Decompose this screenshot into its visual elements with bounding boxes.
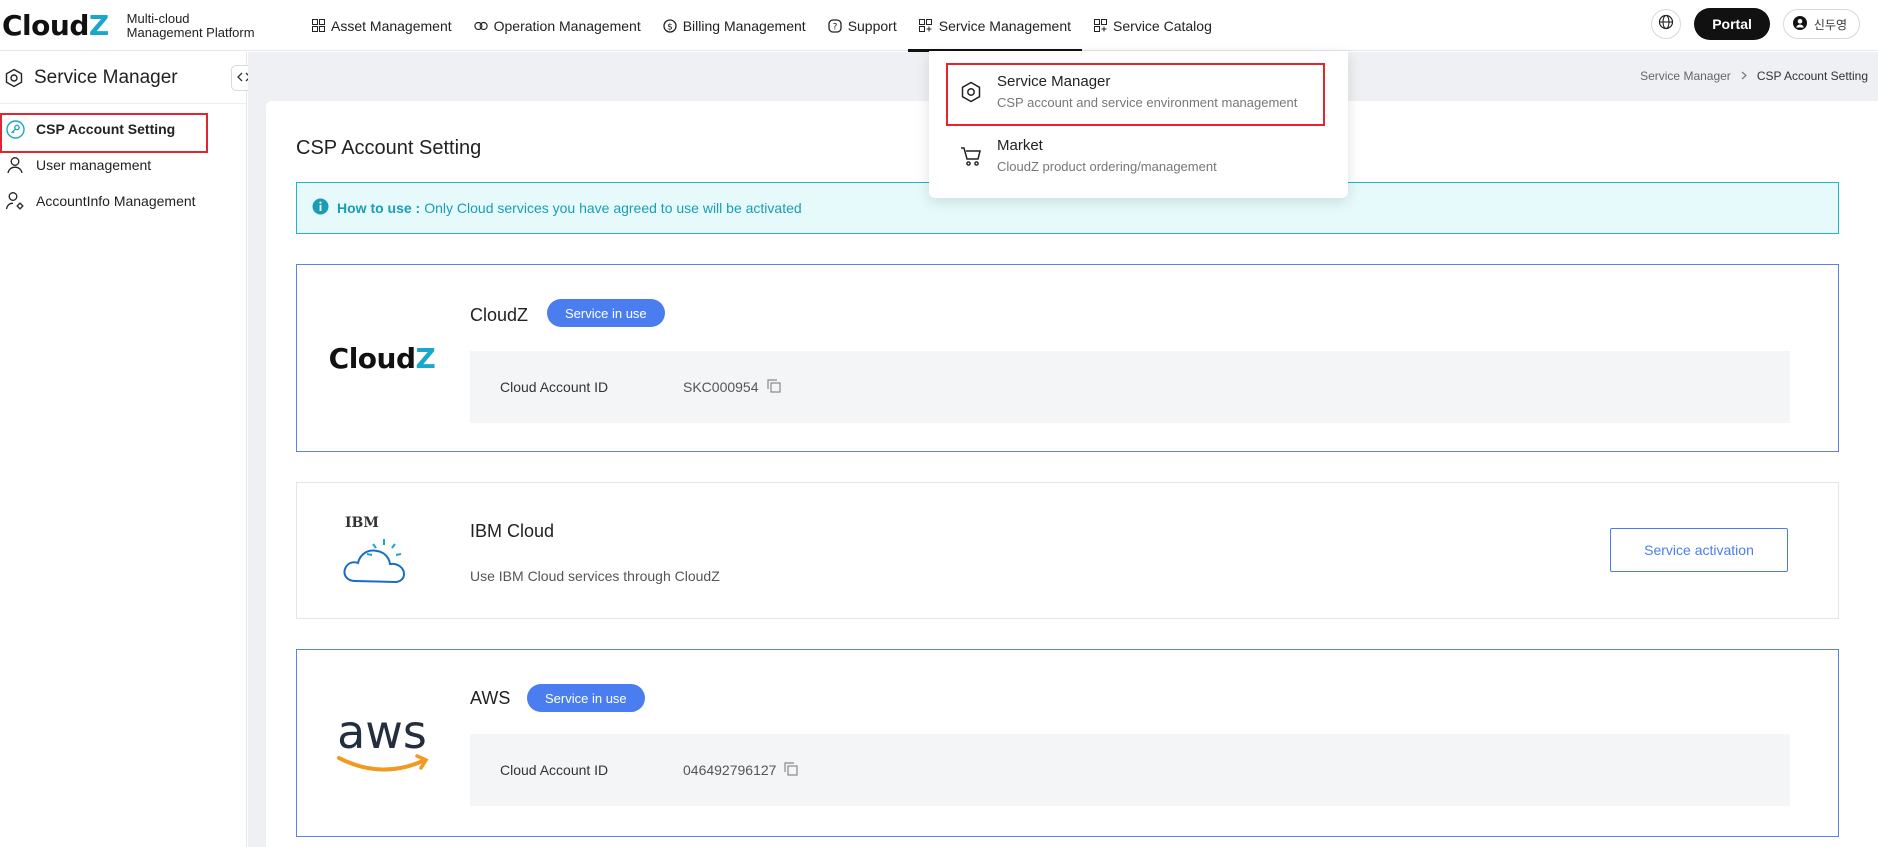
globe-icon: [1658, 14, 1674, 35]
svg-text:?: ?: [832, 22, 837, 32]
infinity-icon: [473, 19, 488, 33]
user-avatar-icon: [1792, 15, 1808, 34]
sidebar-title: Service Manager: [34, 66, 178, 88]
logo-text-main: Cloud: [2, 9, 89, 42]
portal-button[interactable]: Portal: [1694, 8, 1770, 40]
nav-label: Service Management: [938, 17, 1072, 34]
grid-plus-icon: [1093, 19, 1107, 33]
account-id: 046492796127: [683, 762, 777, 778]
status-badge: Service in use: [547, 299, 665, 327]
user-menu-button[interactable]: 신두영: [1782, 9, 1860, 39]
cloudz-card-logo: CloudZ: [297, 265, 467, 451]
cloudz-card: CloudZ CloudZ Service in use Cloud Accou…: [296, 264, 1839, 452]
aws-card: aws AWS Service in use Cloud Account ID …: [296, 649, 1839, 837]
dropdown-item-text: Market CloudZ product ordering/managemen…: [997, 137, 1217, 174]
svg-text:IBM: IBM: [345, 515, 379, 531]
copy-icon[interactable]: [766, 378, 781, 396]
grid-icon: [311, 19, 325, 33]
aws-card-logo: aws: [297, 650, 467, 836]
copy-icon[interactable]: [784, 761, 799, 779]
ibm-cloud-card: IBM IBM Cloud Use IBM Cloud services thr…: [296, 482, 1839, 619]
info-text: Only Cloud services you have agreed to u…: [424, 200, 802, 216]
dropdown-item-description: CloudZ product ordering/management: [997, 159, 1217, 174]
highlight-box: [0, 113, 208, 153]
card-name: IBM Cloud: [470, 521, 555, 541]
account-value: 046492796127: [683, 761, 799, 779]
question-icon: ?: [828, 18, 842, 33]
nav-billing-management[interactable]: $ Billing Management: [652, 0, 817, 51]
breadcrumb-parent[interactable]: Service Manager: [1640, 69, 1731, 83]
logo-wordmark: CloudZ: [2, 9, 109, 42]
info-label: How to use :: [337, 200, 421, 216]
breadcrumb: Service Manager CSP Account Setting: [1640, 69, 1868, 83]
sidebar-item-label: AccountInfo Management: [36, 193, 196, 209]
main-nav: Asset Management Operation Management $ …: [300, 0, 1223, 52]
sidebar: Service Manager CSP Account Setting User…: [0, 52, 257, 847]
nav-label: Support: [847, 17, 897, 34]
sidebar-item-accountinfo-management[interactable]: AccountInfo Management: [0, 183, 247, 219]
account-info-box: Cloud Account ID SKC000954: [470, 351, 1790, 423]
cloudz-logo-mark: CloudZ: [328, 341, 436, 375]
sidebar-item-label: User management: [36, 157, 152, 173]
card-description: Use IBM Cloud services through CloudZ: [470, 568, 720, 584]
user-name: 신두영: [1813, 17, 1847, 32]
highlight-box: [946, 63, 1325, 126]
logo-subtitle-line1: Multi-cloud: [126, 10, 190, 26]
account-value: SKC000954: [683, 378, 781, 396]
breadcrumb-current: CSP Account Setting: [1756, 69, 1868, 83]
cloudz-logo[interactable]: CloudZ Multi-cloud Management Platform: [2, 9, 255, 42]
account-info-box: Cloud Account ID 046492796127: [470, 734, 1790, 806]
page-title: CSP Account Setting: [296, 137, 482, 159]
chevron-right-icon: [1741, 69, 1747, 83]
card-name: AWS: [470, 688, 511, 708]
nav-support[interactable]: ? Support: [817, 0, 908, 51]
svg-text:$: $: [667, 22, 673, 32]
svg-text:aws: aws: [337, 708, 427, 759]
nav-label: Asset Management: [331, 17, 452, 34]
nav-label: Operation Management: [493, 17, 641, 34]
user-icon: [5, 155, 25, 175]
info-icon: [312, 198, 329, 218]
sidebar-header: Service Manager: [0, 52, 257, 104]
nav-label: Service Catalog: [1113, 17, 1212, 34]
logo-subtitle-line2: Management Platform: [126, 24, 255, 40]
service-activation-button[interactable]: Service activation: [1610, 528, 1788, 572]
logo-text-accent: Z: [88, 9, 109, 42]
hexagon-gear-icon: [4, 68, 24, 88]
grid-plus-icon: [919, 19, 933, 33]
dollar-icon: $: [663, 18, 677, 33]
card-name: CloudZ: [470, 305, 529, 325]
logo-subtitle: Multi-cloud Management Platform: [126, 10, 255, 40]
account-label: Cloud Account ID: [500, 379, 609, 395]
account-label: Cloud Account ID: [500, 762, 609, 778]
cart-icon: [959, 144, 983, 168]
nav-service-management[interactable]: Service Management: [907, 0, 1083, 52]
ibm-cloud-card-logo: IBM: [297, 483, 467, 618]
language-button[interactable]: [1651, 9, 1682, 39]
nav-service-catalog[interactable]: Service Catalog: [1082, 0, 1223, 51]
nav-label: Billing Management: [682, 17, 806, 34]
top-right-controls: Portal 신두영: [1651, 8, 1860, 40]
aws-logo-icon: aws: [337, 708, 429, 772]
dropdown-item-market[interactable]: Market CloudZ product ordering/managemen…: [959, 137, 1339, 187]
nav-asset-management[interactable]: Asset Management: [300, 0, 463, 51]
top-navigation-bar: CloudZ Multi-cloud Management Platform As…: [0, 0, 1878, 52]
dropdown-item-title: Market: [997, 137, 1043, 154]
status-badge: Service in use: [527, 684, 645, 712]
nav-operation-management[interactable]: Operation Management: [463, 0, 652, 51]
ibm-cloud-logo-icon: IBM: [343, 515, 406, 583]
user-gear-icon: [5, 191, 25, 211]
account-id: SKC000954: [683, 379, 759, 395]
